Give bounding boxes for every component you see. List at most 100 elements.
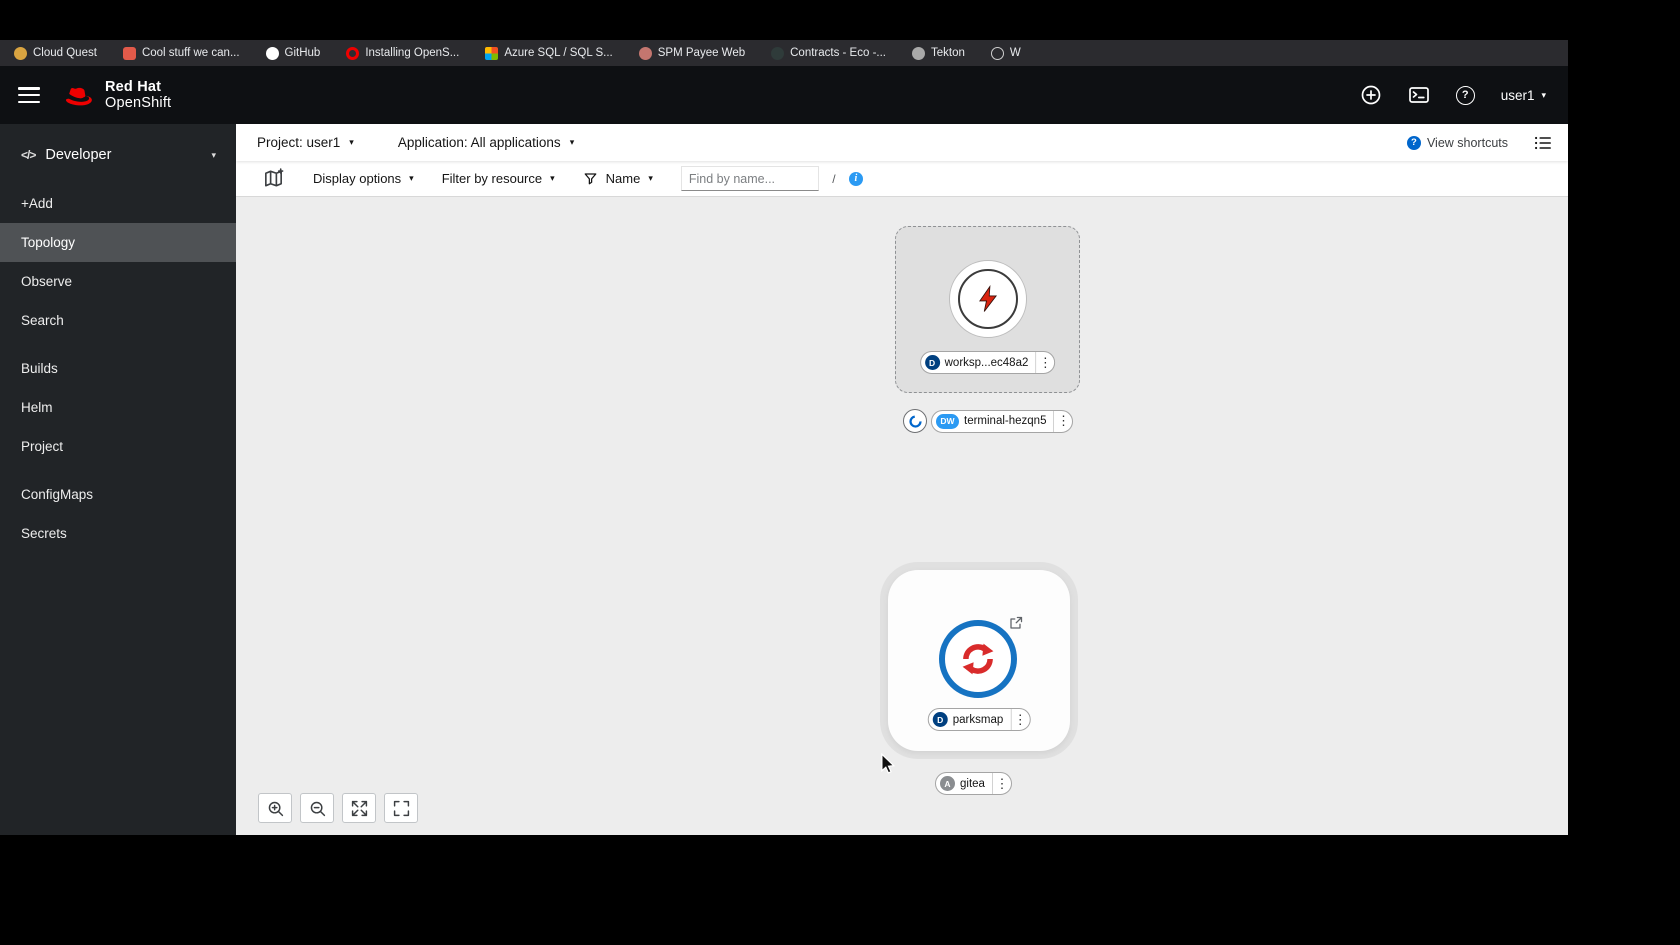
gitea-application-group[interactable]: A gitea ⋮ <box>935 772 1012 795</box>
bookmark-label: Cool stuff we can... <box>141 47 240 59</box>
kebab-menu-icon[interactable]: ⋮ <box>991 773 1011 794</box>
cool-stuff-favicon <box>122 46 136 60</box>
display-options-dropdown[interactable]: Display options ▾ <box>313 171 414 186</box>
topology-canvas[interactable]: D worksp...ec48a2 ⋮ DW terminal-hezqn5 ⋮… <box>236 197 1568 835</box>
parksmap-node-circle[interactable] <box>939 620 1017 698</box>
sidebar-item-search[interactable]: Search <box>0 301 236 340</box>
parksmap-deployment-node[interactable]: D parksmap ⋮ <box>888 570 1070 751</box>
filter-by-resource-dropdown[interactable]: Filter by resource ▾ <box>442 171 555 186</box>
canvas-controls <box>258 793 418 823</box>
tekton-favicon <box>911 46 925 60</box>
spm-favicon <box>638 46 652 60</box>
find-by-name-input[interactable] <box>680 166 819 191</box>
fullscreen-brackets-icon <box>393 800 409 816</box>
bookmark-label: Contracts - Eco -... <box>790 47 886 59</box>
pod-status-ring-icon <box>908 414 922 428</box>
user-menu[interactable]: user1 ▾ <box>1501 88 1546 103</box>
hamburger-menu-icon[interactable] <box>18 87 40 103</box>
find-by-name-group: / i <box>680 166 863 191</box>
export-application-button[interactable] <box>262 167 285 190</box>
open-url-decorator[interactable] <box>1008 616 1023 631</box>
username: user1 <box>1500 87 1535 103</box>
sidebar-item-label: Project <box>21 439 64 454</box>
sidebar-item-label: Helm <box>21 400 53 415</box>
sidebar-item-secrets[interactable]: Secrets <box>0 514 236 553</box>
terminal-node-circle[interactable] <box>903 409 927 433</box>
bookmark-label: Tekton <box>930 47 965 59</box>
azure-favicon <box>485 46 499 60</box>
redhat-openshift-logo[interactable]: Red Hat OpenShift <box>62 79 171 111</box>
sidebar-item-configmaps[interactable]: ConfigMaps <box>0 475 236 514</box>
map-icon <box>265 168 284 187</box>
bookmark-azure-sql[interactable]: Azure SQL / SQL S... <box>485 46 613 60</box>
application-dropdown-label: Application: All applications <box>397 135 561 150</box>
sidebar-item-helm[interactable]: Helm <box>0 388 236 427</box>
fit-to-screen-button[interactable] <box>342 793 376 823</box>
bookmark-spm-payee-web[interactable]: SPM Payee Web <box>638 46 746 60</box>
list-view-toggle-button[interactable] <box>1532 133 1552 153</box>
question-circle-icon: ? <box>1455 85 1475 105</box>
perspective-label: Developer <box>45 147 112 163</box>
workspace-node-circle[interactable] <box>949 260 1027 338</box>
parksmap-node-name: parksmap <box>952 713 1004 726</box>
zoom-in-button[interactable] <box>258 793 292 823</box>
developer-sidebar: </> Developer ▾ +Add Topology Observe Se… <box>0 124 236 835</box>
context-bar: Project: user1 ▾ Application: All applic… <box>236 124 1568 161</box>
workspace-deployment-node[interactable]: D worksp...ec48a2 ⋮ <box>895 226 1080 393</box>
filter-type-label: Name <box>605 171 641 186</box>
bookmark-w[interactable]: W <box>990 46 1021 60</box>
deployment-badge: D <box>924 355 940 370</box>
quick-create-button[interactable] <box>1360 84 1382 106</box>
sidebar-item-add[interactable]: +Add <box>0 184 236 223</box>
zoom-out-icon <box>310 801 325 816</box>
brand-wordmark: Red Hat OpenShift <box>105 79 171 111</box>
terminal-devworkspace-node[interactable]: DW terminal-hezqn5 ⋮ <box>903 409 1074 433</box>
help-button[interactable]: ? <box>1455 85 1475 105</box>
bookmark-cool-stuff[interactable]: Cool stuff we can... <box>122 46 240 60</box>
bookmark-contracts[interactable]: Contracts - Eco -... <box>771 46 886 60</box>
parksmap-node-label[interactable]: D parksmap ⋮ <box>927 708 1031 731</box>
filter-type-dropdown[interactable]: Name ▾ <box>583 171 653 186</box>
terminal-icon <box>1408 87 1429 103</box>
workspace-node-label[interactable]: D worksp...ec48a2 ⋮ <box>919 351 1056 374</box>
bookmark-label: SPM Payee Web <box>657 47 746 59</box>
bookmark-github[interactable]: GitHub <box>265 46 320 60</box>
cloud-quest-favicon <box>14 46 27 60</box>
redhat-hat-icon <box>65 87 92 105</box>
chevron-down-icon: ▾ <box>550 173 555 183</box>
plus-circle-icon <box>1361 85 1381 105</box>
gitea-node-label[interactable]: A gitea ⋮ <box>935 772 1012 795</box>
sidebar-item-topology[interactable]: Topology <box>0 223 236 262</box>
bookmark-tekton[interactable]: Tekton <box>911 46 965 60</box>
chevron-down-icon: ▾ <box>569 137 575 147</box>
web-terminal-button[interactable] <box>1408 84 1430 106</box>
brand-line-1: Red Hat <box>105 78 162 95</box>
view-shortcuts-button[interactable]: ? View shortcuts <box>1406 135 1508 150</box>
sidebar-item-builds[interactable]: Builds <box>0 349 236 388</box>
question-circle-icon: ? <box>1406 135 1421 150</box>
expand-arrows-icon <box>351 800 367 816</box>
main-content: Project: user1 ▾ Application: All applic… <box>236 124 1568 835</box>
bookmark-cloud-quest[interactable]: Cloud Quest <box>14 46 97 60</box>
sidebar-item-observe[interactable]: Observe <box>0 262 236 301</box>
application-dropdown[interactable]: Application: All applications ▾ <box>398 135 574 150</box>
reset-view-button[interactable] <box>384 793 418 823</box>
bookmark-installing-openshift[interactable]: Installing OpenS... <box>346 46 459 60</box>
bookmark-label: Cloud Quest <box>33 47 97 59</box>
sidebar-item-project[interactable]: Project <box>0 427 236 466</box>
kebab-menu-icon[interactable]: ⋮ <box>1053 410 1072 432</box>
zoom-out-button[interactable] <box>300 793 334 823</box>
mouse-cursor <box>881 753 896 774</box>
terminal-node-label[interactable]: DW terminal-hezqn5 ⋮ <box>931 409 1074 433</box>
filter-by-resource-label: Filter by resource <box>441 171 543 186</box>
info-icon[interactable]: i <box>848 171 863 186</box>
project-dropdown[interactable]: Project: user1 ▾ <box>257 135 354 150</box>
chevron-down-icon: ▾ <box>648 173 653 183</box>
application-badge: A <box>940 776 955 791</box>
chevron-down-icon: ▾ <box>409 173 414 183</box>
perspective-switcher[interactable]: </> Developer ▾ <box>0 138 236 172</box>
project-dropdown-label: Project: user1 <box>257 135 341 150</box>
sidebar-item-label: +Add <box>21 196 53 211</box>
kebab-menu-icon[interactable]: ⋮ <box>1010 709 1029 730</box>
kebab-menu-icon[interactable]: ⋮ <box>1035 352 1054 373</box>
